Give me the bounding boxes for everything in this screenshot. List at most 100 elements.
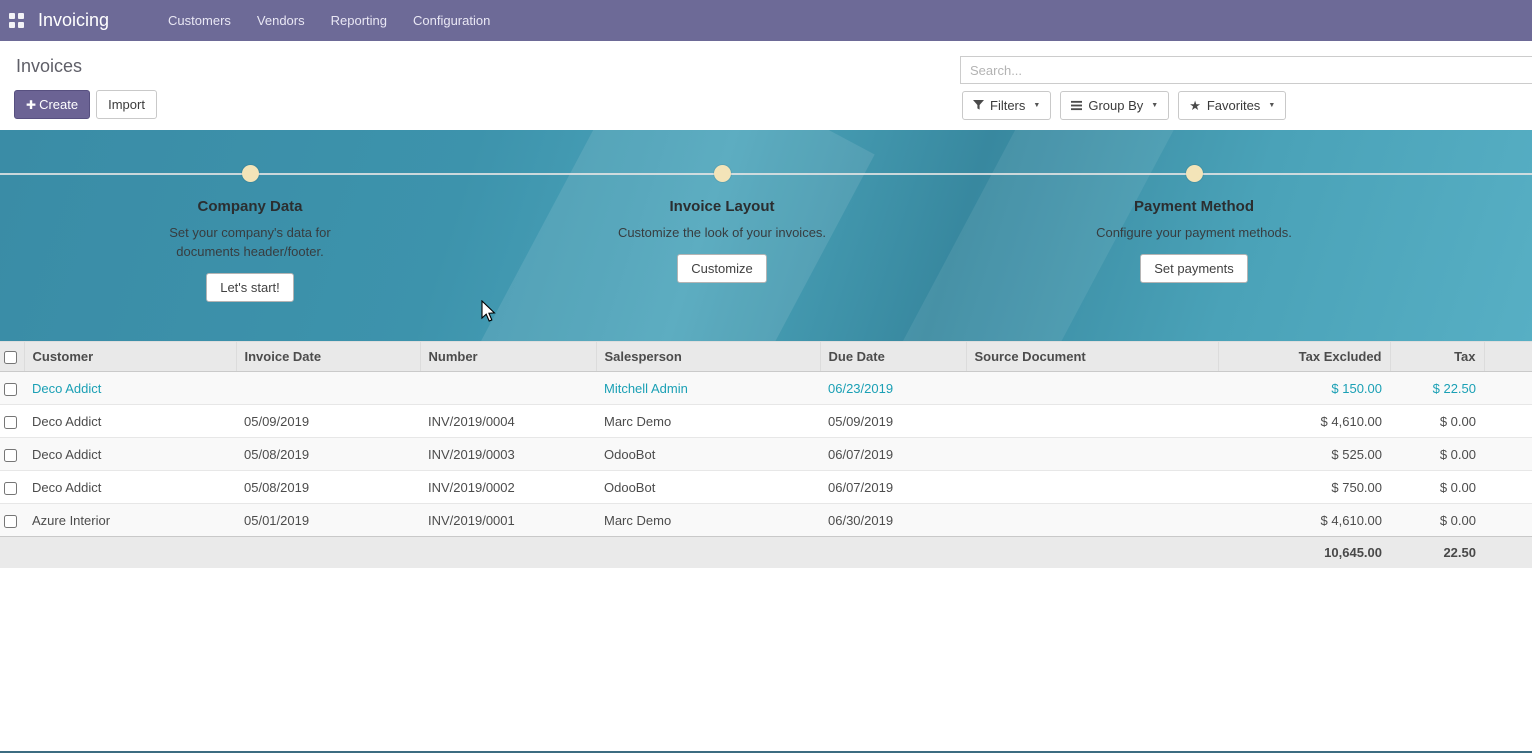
star-icon: ★ <box>1189 99 1201 112</box>
column-header-tax[interactable]: Tax <box>1390 342 1484 372</box>
lets-start-button[interactable]: Let's start! <box>206 273 294 302</box>
nav-item-customers[interactable]: Customers <box>155 0 244 41</box>
step-description: Set your company's data for documents he… <box>145 223 355 261</box>
onboarding-step-company-data: Company Data Set your company's data for… <box>130 130 370 302</box>
cell-invoice-date[interactable]: 05/08/2019 <box>236 438 420 471</box>
cell-invoice-date[interactable]: 05/01/2019 <box>236 504 420 537</box>
page-title: Invoices <box>16 56 82 77</box>
cell-tax[interactable]: $ 0.00 <box>1390 471 1484 504</box>
cell-due-date[interactable]: 06/23/2019 <box>820 372 966 405</box>
cell-source-document[interactable] <box>966 372 1218 405</box>
cell-customer[interactable]: Azure Interior <box>24 504 236 537</box>
column-header-invoice-date[interactable]: Invoice Date <box>236 342 420 372</box>
create-button[interactable]: ✚Create <box>14 90 90 119</box>
column-header-customer[interactable]: Customer <box>24 342 236 372</box>
onboarding-step-payment-method: Payment Method Configure your payment me… <box>1074 130 1314 283</box>
column-header-number[interactable]: Number <box>420 342 596 372</box>
column-header-filler <box>1484 342 1532 372</box>
chevron-down-icon: ▼ <box>1268 102 1275 109</box>
cell-number[interactable]: INV/2019/0004 <box>420 405 596 438</box>
plus-icon: ✚ <box>26 98 36 112</box>
set-payments-button[interactable]: Set payments <box>1140 254 1248 283</box>
cell-number[interactable]: INV/2019/0001 <box>420 504 596 537</box>
invoice-table: Customer Invoice Date Number Salesperson… <box>0 341 1532 568</box>
cell-tax-excluded[interactable]: $ 525.00 <box>1218 438 1390 471</box>
cell-source-document[interactable] <box>966 405 1218 438</box>
invoice-row[interactable]: Deco Addict 05/08/2019 INV/2019/0003 Odo… <box>0 438 1532 471</box>
row-checkbox-cell <box>0 438 24 471</box>
import-button[interactable]: Import <box>96 90 157 119</box>
cell-due-date[interactable]: 06/07/2019 <box>820 471 966 504</box>
cell-tax-excluded[interactable]: $ 4,610.00 <box>1218 504 1390 537</box>
cell-filler <box>1484 405 1532 438</box>
cell-tax-excluded[interactable]: $ 750.00 <box>1218 471 1390 504</box>
row-checkbox[interactable] <box>4 515 17 528</box>
step-title: Company Data <box>130 198 370 215</box>
table-header-row: Customer Invoice Date Number Salesperson… <box>0 342 1532 372</box>
customize-button[interactable]: Customize <box>677 254 766 283</box>
select-all-cell <box>0 342 24 372</box>
invoice-row[interactable]: Azure Interior 05/01/2019 INV/2019/0001 … <box>0 504 1532 537</box>
invoice-row[interactable]: Deco Addict 05/09/2019 INV/2019/0004 Mar… <box>0 405 1532 438</box>
cell-tax[interactable]: $ 0.00 <box>1390 405 1484 438</box>
cell-salesperson[interactable]: Mitchell Admin <box>596 372 820 405</box>
cell-due-date[interactable]: 06/30/2019 <box>820 504 966 537</box>
invoice-table-body: Deco Addict Mitchell Admin 06/23/2019 $ … <box>0 372 1532 537</box>
cell-source-document[interactable] <box>966 504 1218 537</box>
cell-customer[interactable]: Deco Addict <box>24 372 236 405</box>
chevron-down-icon: ▼ <box>1033 102 1040 109</box>
step-description: Configure your payment methods. <box>1089 223 1299 242</box>
cell-salesperson[interactable]: Marc Demo <box>596 405 820 438</box>
invoice-row[interactable]: Deco Addict Mitchell Admin 06/23/2019 $ … <box>0 372 1532 405</box>
column-header-source-document[interactable]: Source Document <box>966 342 1218 372</box>
action-buttons: ✚Create Import <box>14 90 157 119</box>
cell-invoice-date[interactable] <box>236 372 420 405</box>
filter-buttons: Filters ▼ Group By ▼ ★ Favorites ▼ <box>962 91 1286 120</box>
cell-source-document[interactable] <box>966 471 1218 504</box>
row-checkbox[interactable] <box>4 482 17 495</box>
apps-menu-icon[interactable] <box>9 13 24 28</box>
nav-item-vendors[interactable]: Vendors <box>244 0 318 41</box>
cell-filler <box>1484 471 1532 504</box>
footer-filler <box>1484 537 1532 568</box>
cell-tax[interactable]: $ 0.00 <box>1390 504 1484 537</box>
cell-customer[interactable]: Deco Addict <box>24 438 236 471</box>
nav-item-configuration[interactable]: Configuration <box>400 0 503 41</box>
cell-due-date[interactable]: 05/09/2019 <box>820 405 966 438</box>
cell-tax-excluded[interactable]: $ 150.00 <box>1218 372 1390 405</box>
app-name[interactable]: Invoicing <box>38 10 109 31</box>
step-title: Payment Method <box>1074 198 1314 215</box>
row-checkbox[interactable] <box>4 383 17 396</box>
cell-salesperson[interactable]: Marc Demo <box>596 504 820 537</box>
group-by-button[interactable]: Group By ▼ <box>1060 91 1169 120</box>
cell-tax[interactable]: $ 0.00 <box>1390 438 1484 471</box>
nav-menu: Customers Vendors Reporting Configuratio… <box>155 0 503 41</box>
column-header-tax-excluded[interactable]: Tax Excluded <box>1218 342 1390 372</box>
invoice-row[interactable]: Deco Addict 05/08/2019 INV/2019/0002 Odo… <box>0 471 1532 504</box>
cell-invoice-date[interactable]: 05/09/2019 <box>236 405 420 438</box>
row-checkbox[interactable] <box>4 416 17 429</box>
onboarding-step-invoice-layout: Invoice Layout Customize the look of you… <box>602 130 842 283</box>
column-header-due-date[interactable]: Due Date <box>820 342 966 372</box>
cell-invoice-date[interactable]: 05/08/2019 <box>236 471 420 504</box>
cell-salesperson[interactable]: OdooBot <box>596 438 820 471</box>
cell-number[interactable]: INV/2019/0003 <box>420 438 596 471</box>
row-checkbox[interactable] <box>4 449 17 462</box>
select-all-checkbox[interactable] <box>4 351 17 364</box>
nav-item-reporting[interactable]: Reporting <box>318 0 400 41</box>
cell-customer[interactable]: Deco Addict <box>24 471 236 504</box>
cell-due-date[interactable]: 06/07/2019 <box>820 438 966 471</box>
search-input[interactable] <box>960 56 1532 84</box>
column-header-salesperson[interactable]: Salesperson <box>596 342 820 372</box>
cell-tax-excluded[interactable]: $ 4,610.00 <box>1218 405 1390 438</box>
filters-button[interactable]: Filters ▼ <box>962 91 1051 120</box>
cell-source-document[interactable] <box>966 438 1218 471</box>
filter-funnel-icon <box>973 100 984 111</box>
favorites-button[interactable]: ★ Favorites ▼ <box>1178 91 1286 120</box>
cell-number[interactable] <box>420 372 596 405</box>
cell-number[interactable]: INV/2019/0002 <box>420 471 596 504</box>
cell-customer[interactable]: Deco Addict <box>24 405 236 438</box>
chevron-down-icon: ▼ <box>1151 102 1158 109</box>
cell-salesperson[interactable]: OdooBot <box>596 471 820 504</box>
cell-tax[interactable]: $ 22.50 <box>1390 372 1484 405</box>
